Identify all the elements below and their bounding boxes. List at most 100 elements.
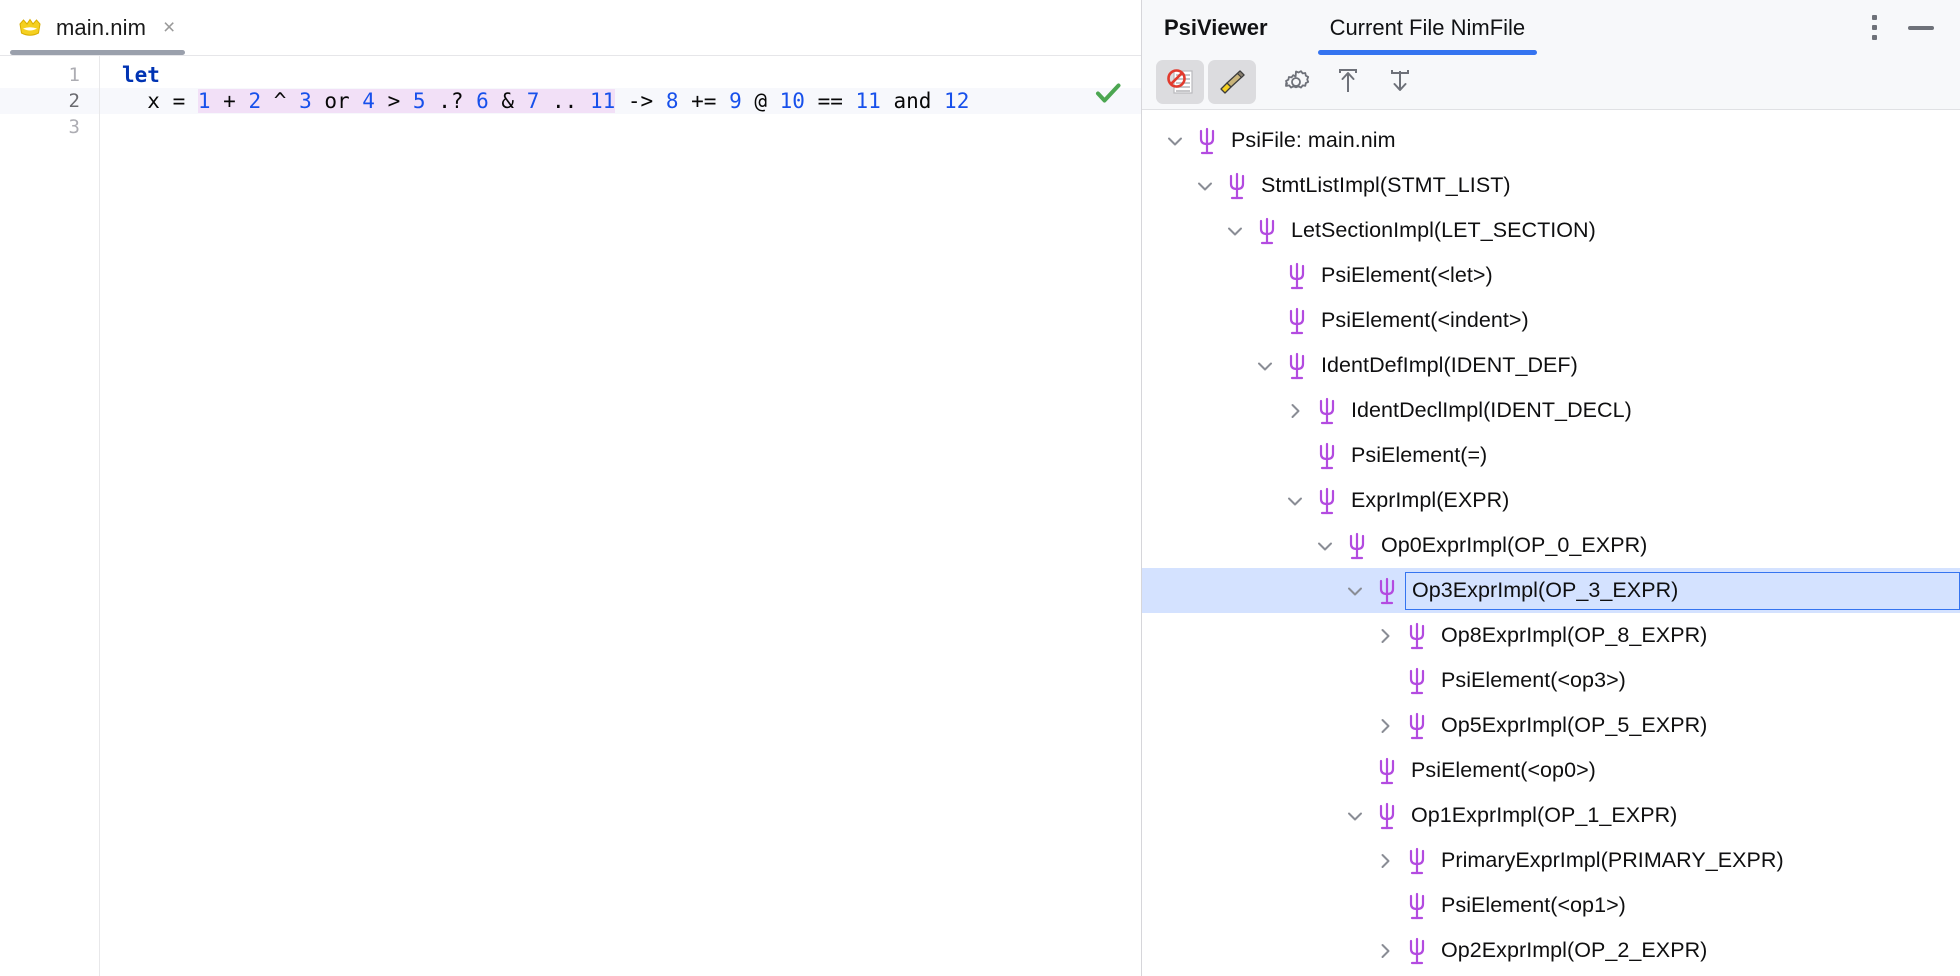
code-line[interactable]: x = 1 + 2 ^ 3 or 4 > 5 .? 6 & 7 .. 11 ->… — [100, 88, 1141, 114]
gear-icon[interactable] — [1272, 60, 1320, 104]
psi-element-icon — [1312, 394, 1342, 428]
chevron-down-icon[interactable] — [1278, 484, 1312, 518]
code-token: = — [172, 89, 198, 113]
chevron-down-icon[interactable] — [1338, 799, 1372, 833]
code-token: 5 — [412, 89, 426, 113]
psi-element-icon — [1402, 664, 1432, 698]
code-token: 12 — [944, 89, 970, 113]
psiviewer-header: PsiViewer Current File NimFile — [1142, 0, 1960, 55]
chevron-right-icon[interactable] — [1368, 844, 1402, 878]
code-token: > — [374, 89, 413, 113]
code-token: .. — [539, 89, 590, 113]
code-token: 11 — [855, 89, 881, 113]
tree-row[interactable]: StmtListImpl(STMT_LIST) — [1142, 163, 1960, 208]
chevron-down-icon[interactable] — [1188, 169, 1222, 203]
code-token: + — [210, 89, 249, 113]
psi-element-icon — [1372, 799, 1402, 833]
code-token: @ — [741, 89, 780, 113]
nim-crown-icon — [17, 15, 43, 41]
block-list-icon[interactable] — [1156, 60, 1204, 104]
tree-row-selected[interactable]: Op3ExprImpl(OP_3_EXPR) — [1142, 568, 1960, 613]
code-token: -> — [615, 89, 666, 113]
tree-row[interactable]: IdentDefImpl(IDENT_DEF) — [1142, 343, 1960, 388]
tree-row[interactable]: IdentDeclImpl(IDENT_DECL) — [1142, 388, 1960, 433]
chevron-right-icon[interactable] — [1368, 934, 1402, 968]
code-token: 3 — [299, 89, 312, 113]
psi-element-icon — [1342, 529, 1372, 563]
chevron-right-icon[interactable] — [1368, 619, 1402, 653]
tree-row[interactable]: ExprImpl(EXPR) — [1142, 478, 1960, 523]
export-up-icon[interactable] — [1324, 60, 1372, 104]
code-token: & — [488, 89, 527, 113]
psi-element-icon — [1402, 619, 1432, 653]
import-down-icon[interactable] — [1376, 60, 1424, 104]
line-number[interactable]: 2 — [0, 88, 99, 114]
chevron-down-icon[interactable] — [1158, 124, 1192, 158]
tree-row[interactable]: PsiElement(<op1>) — [1142, 883, 1960, 928]
tree-node-label: PrimaryExprImpl(PRIMARY_EXPR) — [1441, 848, 1784, 872]
chevron-down-icon[interactable] — [1218, 214, 1252, 248]
psiviewer-pane: PsiViewer Current File NimFile PsiFile: … — [1142, 0, 1960, 976]
chevron-down-icon[interactable] — [1248, 349, 1282, 383]
tree-row[interactable]: Op1ExprImpl(OP_1_EXPR) — [1142, 793, 1960, 838]
psi-element-icon — [1372, 754, 1402, 788]
code-token: and — [880, 89, 945, 113]
tree-row[interactable]: PsiElement(<op0>) — [1142, 748, 1960, 793]
tree-row[interactable]: PsiElement(=) — [1142, 433, 1960, 478]
psiviewer-header-actions — [1866, 9, 1960, 46]
tree-node-label: IdentDefImpl(IDENT_DEF) — [1321, 353, 1578, 377]
psi-element-icon — [1192, 124, 1222, 158]
tree-node-label: Op3ExprImpl(OP_3_EXPR) — [1405, 571, 1960, 610]
tree-row[interactable]: LetSectionImpl(LET_SECTION) — [1142, 208, 1960, 253]
line-number[interactable]: 1 — [0, 62, 99, 88]
tree-node-label: Op5ExprImpl(OP_5_EXPR) — [1441, 713, 1708, 737]
tab-current-file-nimfile[interactable]: Current File NimFile — [1317, 0, 1538, 55]
chevron-right-icon[interactable] — [1368, 709, 1402, 743]
chevron-down-icon[interactable] — [1338, 574, 1372, 608]
green-checkmark-icon[interactable] — [1093, 78, 1123, 108]
tree-row[interactable]: Op5ExprImpl(OP_5_EXPR) — [1142, 703, 1960, 748]
tree-row[interactable]: Op0ExprImpl(OP_0_EXPR) — [1142, 523, 1960, 568]
line-number-gutter[interactable]: 123 — [0, 56, 100, 976]
close-icon[interactable]: × — [163, 17, 175, 38]
tree-row[interactable]: PsiElement(<op3>) — [1142, 658, 1960, 703]
chevron-down-icon[interactable] — [1308, 529, 1342, 563]
code-line[interactable]: let — [100, 62, 1141, 88]
tree-row[interactable]: PsiFile: main.nim — [1142, 118, 1960, 163]
line-number[interactable]: 3 — [0, 114, 99, 140]
highlighter-brush-icon[interactable] — [1208, 60, 1256, 104]
tree-node-label: PsiElement(<let>) — [1321, 263, 1493, 287]
tree-row[interactable]: PrimaryExprImpl(PRIMARY_EXPR) — [1142, 838, 1960, 883]
chevron-right-icon[interactable] — [1278, 394, 1312, 428]
code-line[interactable] — [100, 114, 1141, 140]
psi-element-icon — [1252, 214, 1282, 248]
tree-node-label: Op2ExprImpl(OP_2_EXPR) — [1441, 938, 1708, 962]
tree-node-label: IdentDeclImpl(IDENT_DECL) — [1351, 398, 1632, 422]
tree-node-label: ExprImpl(EXPR) — [1351, 488, 1510, 512]
code-token: .? — [425, 89, 477, 113]
code-token: += — [678, 89, 730, 113]
psi-element-icon — [1372, 574, 1402, 608]
tree-row[interactable]: Op2ExprImpl(OP_2_EXPR) — [1142, 928, 1960, 973]
psi-element-icon — [1402, 844, 1432, 878]
psi-element-icon — [1282, 304, 1312, 338]
tree-node-label: PsiFile: main.nim — [1231, 128, 1396, 152]
tree-row[interactable]: Op8ExprImpl(OP_8_EXPR) — [1142, 613, 1960, 658]
code-token: let — [122, 63, 160, 87]
psi-element-icon — [1282, 349, 1312, 383]
psi-tree[interactable]: PsiFile: main.nim StmtListImpl(STMT_LIST)… — [1142, 110, 1960, 976]
minimize-icon[interactable] — [1908, 25, 1934, 30]
code-token: 7 — [526, 89, 540, 113]
tree-node-label: StmtListImpl(STMT_LIST) — [1261, 173, 1511, 197]
psi-element-icon — [1402, 889, 1432, 923]
editor-tab-main-nim[interactable]: main.nim × — [0, 0, 195, 55]
tree-node-label: PsiElement(=) — [1351, 443, 1488, 467]
tree-node-label: PsiElement(<indent>) — [1321, 308, 1529, 332]
code-area[interactable]: let x = 1 + 2 ^ 3 or 4 > 5 .? 6 & 7 .. 1… — [100, 56, 1141, 976]
tree-row[interactable]: PsiElement(<indent>) — [1142, 298, 1960, 343]
code-token: 6 — [476, 89, 489, 113]
kebab-menu-icon[interactable] — [1866, 9, 1882, 46]
tree-row[interactable]: PsiElement(<let>) — [1142, 253, 1960, 298]
